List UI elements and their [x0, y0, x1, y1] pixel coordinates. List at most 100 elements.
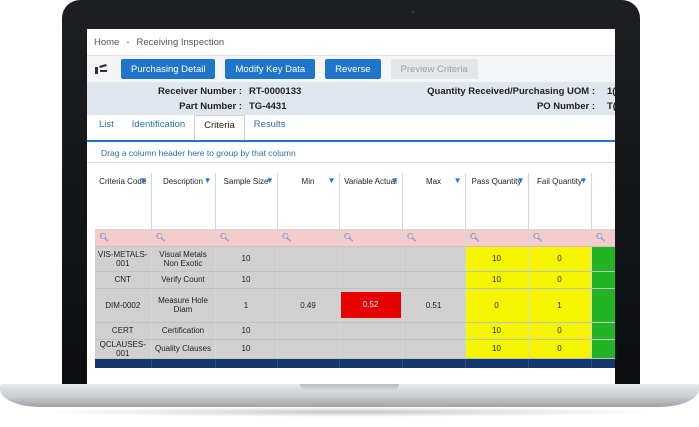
sample-size-cell: 10 [215, 271, 278, 289]
search-icon[interactable]: 🔍︎ [215, 229, 278, 247]
column-label: Fail Quantity [537, 177, 582, 186]
criteria-code-cell: CERT [95, 322, 152, 340]
toolbar: Purchasing Detail Modify Key Data Revers… [87, 56, 615, 82]
search-icon[interactable]: 🔍︎ [277, 229, 340, 247]
purchasing-detail-button[interactable]: Purchasing Detail [121, 59, 216, 79]
search-icon[interactable]: 🔍︎ [402, 229, 466, 247]
column-header-row: Criteria Code ▼ Description ▼ Sample Size ▼… [95, 173, 615, 230]
column-label: Max [425, 177, 442, 186]
column-criteria-code[interactable]: Criteria Code ▼ [95, 173, 152, 230]
part-number-value: TG-4431 [249, 101, 287, 112]
filter-icon[interactable]: ▼ [517, 176, 525, 185]
footer-cell [465, 358, 529, 368]
column-label: Pass Quantity [471, 177, 522, 186]
pass-quantity-cell[interactable]: 10 [465, 246, 529, 272]
column-sample-size[interactable]: Sample Size ▼ [215, 173, 278, 230]
description-cell: Quality Clauses [151, 339, 216, 359]
user-edit-icon[interactable] [91, 60, 111, 78]
variable-actual-cell[interactable] [339, 246, 403, 272]
status-cell [591, 288, 615, 323]
sample-size-cell: 10 [215, 246, 278, 272]
footer-cell [95, 358, 152, 368]
column-fail-quantity[interactable]: Fail Quantity ▼ [528, 173, 592, 230]
fail-quantity-cell[interactable]: 0 [528, 339, 592, 359]
filter-icon[interactable]: ▼ [454, 176, 462, 185]
group-by-hint[interactable]: Drag a column header here to group by th… [87, 144, 615, 163]
quantity-received-label: Quantity Received/Purchasing UOM : [427, 86, 595, 97]
fail-quantity-cell[interactable]: 1 [528, 288, 592, 323]
column-description[interactable]: Description ▼ [151, 173, 216, 230]
criteria-code-cell: CNT [95, 271, 152, 289]
reverse-button[interactable]: Reverse [325, 59, 381, 79]
pass-quantity-cell[interactable]: 0 [465, 288, 529, 323]
column-max[interactable]: Max ▼ [402, 173, 466, 230]
filter-icon[interactable]: ▼ [204, 176, 212, 185]
table-row[interactable]: VIS-METALS-001 Visual Metals Non Exotic … [95, 246, 615, 272]
search-row: 🔍︎ 🔍︎ 🔍︎ 🔍︎ 🔍︎ 🔍︎ 🔍︎ 🔍︎ 🔍︎ [95, 229, 615, 247]
receiver-info-panel: Receiver Number : RT-0000133 Part Number… [87, 82, 615, 115]
po-number-value: T( [607, 101, 615, 112]
tab-criteria[interactable]: Criteria [194, 115, 245, 140]
max-cell [402, 322, 466, 340]
criteria-code-cell: DIM-0002 [95, 288, 152, 323]
breadcrumb-home[interactable]: Home [94, 37, 119, 48]
min-cell [277, 271, 340, 289]
sample-size-cell: 1 [215, 288, 278, 323]
fail-quantity-cell[interactable]: 0 [528, 271, 592, 289]
search-icon[interactable]: 🔍︎ [591, 229, 615, 247]
filter-icon[interactable]: ▼ [328, 176, 336, 185]
variable-actual-out-of-range[interactable]: 0.52 [340, 292, 401, 318]
table-row[interactable]: CERT Certification 10 10 0 [95, 322, 615, 340]
status-cell [591, 271, 615, 289]
footer-cell [339, 358, 403, 368]
camera-icon [410, 9, 416, 15]
breadcrumb-separator: - [126, 36, 130, 48]
description-cell: Measure Hole Diam [151, 288, 216, 323]
variable-actual-cell[interactable] [339, 271, 403, 289]
table-row[interactable]: CNT Verify Count 10 10 0 [95, 271, 615, 289]
modify-key-data-button[interactable]: Modify Key Data [225, 59, 316, 79]
tab-results[interactable]: Results [245, 115, 295, 140]
filter-icon[interactable]: ▼ [580, 176, 588, 185]
variable-actual-cell[interactable]: 0.52 [339, 288, 403, 323]
column-variable-actual[interactable]: Variable Actual ▼ [339, 173, 403, 230]
filter-icon[interactable]: ▼ [266, 176, 274, 185]
status-cell [591, 339, 615, 359]
pass-quantity-cell[interactable]: 10 [465, 322, 529, 340]
min-cell [277, 322, 340, 340]
breadcrumb: Home - Receiving Inspection [87, 29, 615, 56]
column-label: Sample Size [223, 177, 269, 186]
search-icon[interactable]: 🔍︎ [151, 229, 216, 247]
status-cell [591, 246, 615, 272]
criteria-code-cell: QCLAUSES-001 [95, 339, 152, 359]
table-row[interactable]: DIM-0002 Measure Hole Diam 1 0.49 0.52 0… [95, 288, 615, 323]
search-icon[interactable]: 🔍︎ [95, 229, 152, 247]
tab-list[interactable]: List [90, 115, 123, 140]
filter-icon[interactable]: ▼ [391, 176, 399, 185]
status-cell [591, 322, 615, 340]
max-cell [402, 339, 466, 359]
footer-cell [402, 358, 466, 368]
fail-quantity-cell[interactable]: 0 [528, 246, 592, 272]
variable-actual-cell[interactable] [339, 339, 403, 359]
max-cell: 0.51 [402, 288, 466, 323]
column-pass-quantity[interactable]: Pass Quantity ▼ [465, 173, 529, 230]
tab-identification[interactable]: Identification [123, 115, 194, 140]
search-icon[interactable]: 🔍︎ [339, 229, 403, 247]
pass-quantity-cell[interactable]: 10 [465, 339, 529, 359]
sample-size-cell: 10 [215, 339, 278, 359]
search-icon[interactable]: 🔍︎ [528, 229, 592, 247]
pass-quantity-cell[interactable]: 10 [465, 271, 529, 289]
min-cell [277, 246, 340, 272]
filter-icon[interactable]: ▼ [140, 176, 148, 185]
criteria-grid: Drag a column header here to group by th… [87, 144, 615, 384]
receiver-number-value: RT-0000133 [249, 86, 302, 97]
preview-criteria-button[interactable]: Preview Criteria [390, 59, 478, 79]
column-min[interactable]: Min ▼ [277, 173, 340, 230]
fail-quantity-cell[interactable]: 0 [528, 322, 592, 340]
search-icon[interactable]: 🔍︎ [465, 229, 529, 247]
footer-row [95, 358, 615, 368]
description-cell: Certification [151, 322, 216, 340]
table-row[interactable]: QCLAUSES-001 Quality Clauses 10 10 0 [95, 339, 615, 359]
variable-actual-cell[interactable] [339, 322, 403, 340]
